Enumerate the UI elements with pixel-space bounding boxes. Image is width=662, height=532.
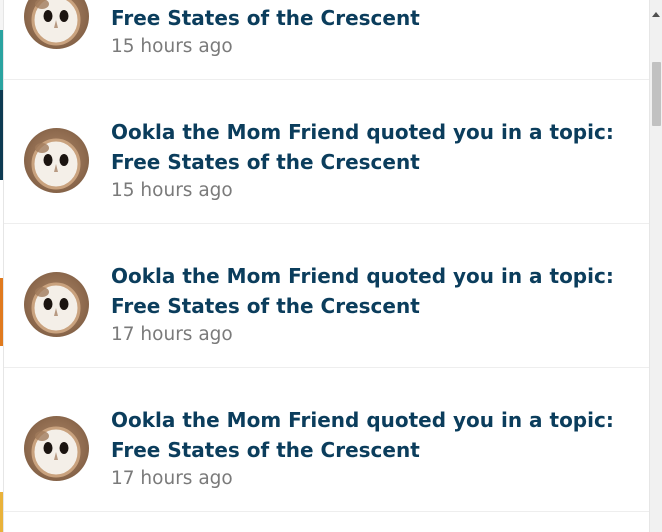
avatar[interactable]	[24, 128, 89, 193]
notification-item[interactable]: Ookla the Mom Friend quoted you in a top…	[4, 368, 649, 512]
notification-time: 15 hours ago	[111, 180, 233, 201]
vertical-scrollbar[interactable]	[649, 0, 662, 532]
avatar[interactable]	[24, 416, 89, 481]
notification-time: 17 hours ago	[111, 468, 233, 489]
scrollbar-thumb[interactable]	[652, 62, 661, 126]
notifications-dropdown: Ookla the Mom Friend quoted you in a top…	[3, 0, 649, 532]
avatar[interactable]	[24, 0, 89, 49]
notification-item[interactable]: Ookla the Mom Friend quoted you in a top…	[4, 0, 649, 80]
notification-title[interactable]: Ookla the Mom Friend quoted you in a top…	[111, 117, 631, 177]
avatar[interactable]	[24, 272, 89, 337]
barn-owl-icon	[31, 426, 81, 478]
barn-owl-icon	[31, 282, 81, 334]
notification-item[interactable]: Ookla the Mom Friend quoted you in a top…	[4, 80, 649, 224]
scroll-up-arrow-icon[interactable]	[652, 12, 660, 17]
notification-title[interactable]: Ookla the Mom Friend quoted you in a top…	[111, 0, 631, 33]
notification-title[interactable]: Ookla the Mom Friend quoted you in a top…	[111, 261, 631, 321]
notification-item[interactable]: Ookla the Mom Friend quoted you in a top…	[4, 224, 649, 368]
barn-owl-icon	[31, 0, 81, 46]
notification-time: 17 hours ago	[111, 324, 233, 345]
notification-title[interactable]: Ookla the Mom Friend quoted you in a top…	[111, 405, 631, 465]
notification-time: 15 hours ago	[111, 36, 233, 57]
barn-owl-icon	[31, 138, 81, 190]
notification-list: Ookla the Mom Friend quoted you in a top…	[4, 0, 649, 512]
